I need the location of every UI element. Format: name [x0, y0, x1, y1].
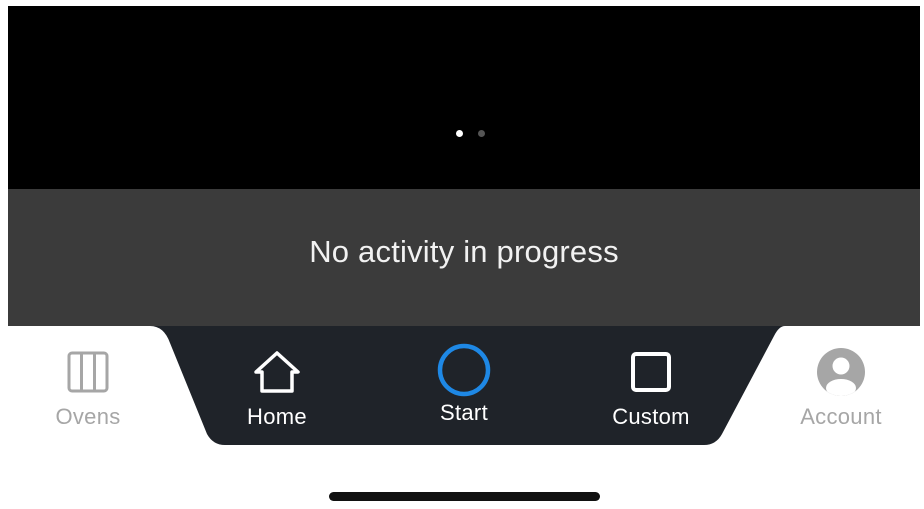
account-icon — [815, 346, 867, 398]
nav-item-home[interactable]: Home — [202, 346, 352, 430]
nav-label-home: Home — [247, 404, 307, 429]
app-screen: No activity in progress Ovens Home Start… — [0, 0, 924, 509]
nav-item-ovens[interactable]: Ovens — [13, 346, 163, 430]
nav-item-start[interactable]: Start — [389, 342, 539, 426]
nav-label-ovens: Ovens — [55, 404, 121, 429]
nav-label-custom: Custom — [612, 404, 690, 429]
custom-square-icon — [625, 346, 677, 398]
home-indicator[interactable] — [329, 492, 600, 501]
nav-item-account[interactable]: Account — [766, 346, 916, 430]
carousel[interactable] — [8, 6, 920, 189]
nav-item-custom[interactable]: Custom — [576, 346, 726, 430]
pager-dot[interactable] — [478, 130, 485, 137]
home-icon — [251, 346, 303, 398]
nav-label-start: Start — [440, 400, 488, 425]
activity-status-bar: No activity in progress — [8, 189, 920, 326]
activity-status-text: No activity in progress — [309, 233, 619, 269]
start-circle-icon — [436, 342, 492, 398]
nav-label-account: Account — [800, 404, 882, 429]
pager-dot-active[interactable] — [456, 130, 463, 137]
carousel-pager — [456, 130, 485, 137]
ovens-grid-icon — [62, 346, 114, 398]
